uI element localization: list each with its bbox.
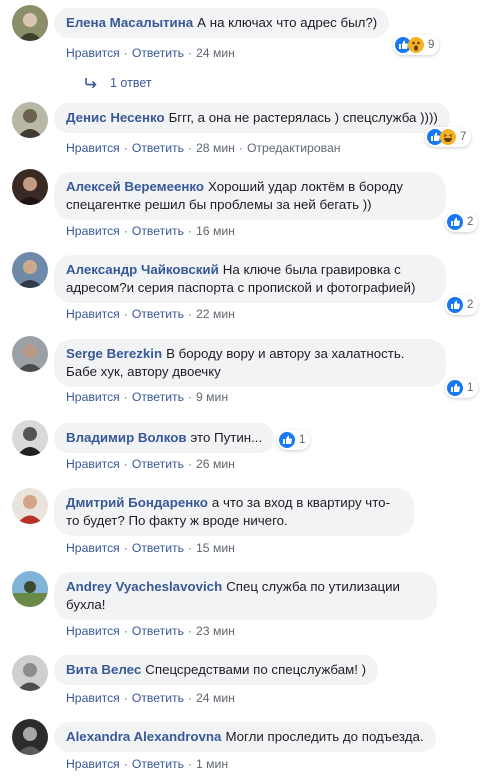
wow-reaction-icon (408, 37, 424, 53)
like-link[interactable]: Нравится (66, 307, 120, 321)
like-link[interactable]: Нравится (66, 141, 120, 155)
comment-time[interactable]: 15 мин (196, 541, 235, 555)
comment-text: А на ключах что адрес был?) (197, 15, 378, 30)
comment-author[interactable]: Serge Berezkin (66, 346, 162, 361)
avatar[interactable] (12, 488, 48, 524)
avatar[interactable] (12, 336, 48, 372)
avatar[interactable] (12, 252, 48, 288)
reply-link[interactable]: Ответить (132, 224, 184, 238)
like-link[interactable]: Нравится (66, 390, 120, 404)
like-link[interactable]: Нравится (66, 46, 120, 60)
comment-author[interactable]: Алексей Веремеенко (66, 179, 204, 194)
reply-link[interactable]: Ответить (132, 141, 184, 155)
comment-actions: Нравится · Ответить · 24 мин (66, 46, 235, 60)
like-link[interactable]: Нравится (66, 624, 120, 638)
comment-actions: Нравится · Ответить · 1 мин (66, 757, 229, 771)
comment-bubble: Andrey Vyacheslavovich Спец служба по ути… (54, 572, 437, 620)
comment-author[interactable]: Дмитрий Бондаренко (66, 495, 208, 510)
view-replies-link[interactable]: 1 ответ (84, 76, 152, 90)
comment-author[interactable]: Andrey Vyacheslavovich (66, 579, 222, 594)
avatar[interactable] (12, 102, 48, 138)
reply-link[interactable]: Ответить (132, 307, 184, 321)
avatar[interactable] (12, 169, 48, 205)
reply-arrow-icon (85, 78, 97, 89)
reaction-count: 2 (467, 299, 474, 311)
comment-text: Могли проследить до подъезда. (225, 729, 424, 744)
comment-actions: Нравится · Ответить · 26 мин (66, 457, 235, 471)
haha-reaction-icon (440, 129, 456, 145)
comment-author[interactable]: Александр Чайковский (66, 262, 219, 277)
comment-bubble: Владимир Волков это Путин... (54, 423, 275, 453)
comment-bubble: Alexandra Alexandrovna Могли проследить д… (54, 722, 436, 752)
comment-bubble: Елена Масалытина А на ключах что адрес бы… (54, 8, 390, 38)
reaction-count: 1 (467, 382, 474, 394)
reaction-count: 2 (467, 216, 474, 228)
comment-text: Бггг, а она не растерялась ) спецслужба … (168, 110, 438, 125)
avatar[interactable] (12, 571, 48, 607)
replies-count: 1 ответ (110, 76, 152, 90)
reply-link[interactable]: Ответить (132, 691, 184, 705)
comment-time[interactable]: 26 мин (196, 457, 235, 471)
comment-actions: Нравится · Ответить · 23 мин (66, 624, 235, 638)
like-link[interactable]: Нравится (66, 541, 120, 555)
comment-text: это Путин... (190, 430, 263, 445)
reply-link[interactable]: Ответить (132, 624, 184, 638)
reaction-summary[interactable]: 7 (425, 127, 472, 147)
comment-text: Спецсредствами по спецслужбам! ) (145, 662, 367, 677)
like-reaction-icon (447, 214, 463, 230)
comment-time[interactable]: 24 мин (196, 691, 235, 705)
comment-time[interactable]: 28 мин (196, 141, 235, 155)
reaction-summary[interactable]: 9 (393, 35, 440, 55)
comment-author[interactable]: Денис Несенко (66, 110, 165, 125)
comment-actions: Нравится · Ответить · 28 мин · Отредактирован (66, 141, 341, 155)
like-link[interactable]: Нравится (66, 457, 120, 471)
avatar[interactable] (12, 655, 48, 691)
comment-bubble: Serge Berezkin В бороду вору и автору за … (54, 339, 446, 387)
reply-link[interactable]: Ответить (132, 457, 184, 471)
reaction-count: 1 (299, 434, 306, 446)
avatar[interactable] (12, 719, 48, 755)
avatar[interactable] (12, 420, 48, 456)
comment-author[interactable]: Вита Велес (66, 662, 141, 677)
comment-time[interactable]: 9 мин (196, 390, 228, 404)
reaction-summary[interactable]: 2 (445, 212, 479, 232)
reaction-summary[interactable]: 1 (277, 430, 311, 450)
like-reaction-icon (447, 380, 463, 396)
comment-bubble: Дмитрий Бондаренко а что за вход в кварти… (54, 488, 414, 536)
comment-bubble: Вита Велес Спецсредствами по спецслужбам!… (54, 655, 379, 685)
reply-link[interactable]: Ответить (132, 757, 184, 771)
comment-actions: Нравится · Ответить · 16 мин (66, 224, 235, 238)
comment-author[interactable]: Владимир Волков (66, 430, 187, 445)
comment-time[interactable]: 22 мин (196, 307, 235, 321)
like-link[interactable]: Нравится (66, 224, 120, 238)
comment-actions: Нравится · Ответить · 9 мин (66, 390, 229, 404)
like-reaction-icon (447, 297, 463, 313)
reaction-summary[interactable]: 2 (445, 295, 479, 315)
reaction-count: 9 (428, 39, 435, 51)
avatar[interactable] (12, 5, 48, 41)
reply-link[interactable]: Ответить (132, 46, 184, 60)
comment-bubble: Денис Несенко Бггг, а она не растерялась … (54, 103, 450, 133)
like-reaction-icon (279, 432, 295, 448)
edited-label[interactable]: Отредактирован (247, 141, 341, 155)
comment-author[interactable]: Елена Масалытина (66, 15, 193, 30)
comment-time[interactable]: 1 мин (196, 757, 228, 771)
comment-time[interactable]: 16 мин (196, 224, 235, 238)
comment-time[interactable]: 24 мин (196, 46, 235, 60)
reply-link[interactable]: Ответить (132, 390, 184, 404)
like-link[interactable]: Нравится (66, 757, 120, 771)
reaction-count: 7 (460, 131, 467, 143)
reaction-summary[interactable]: 1 (445, 378, 479, 398)
comment-actions: Нравится · Ответить · 15 мин (66, 541, 235, 555)
comment-time[interactable]: 23 мин (196, 624, 235, 638)
comment-bubble: Александр Чайковский На ключе была гравир… (54, 255, 446, 303)
comment-author[interactable]: Alexandra Alexandrovna (66, 729, 221, 744)
like-link[interactable]: Нравится (66, 691, 120, 705)
comment-actions: Нравится · Ответить · 22 мин (66, 307, 235, 321)
reply-link[interactable]: Ответить (132, 541, 184, 555)
comment-bubble: Алексей Веремеенко Хороший удар локтём в … (54, 172, 446, 220)
comment-actions: Нравится · Ответить · 24 мин (66, 691, 235, 705)
